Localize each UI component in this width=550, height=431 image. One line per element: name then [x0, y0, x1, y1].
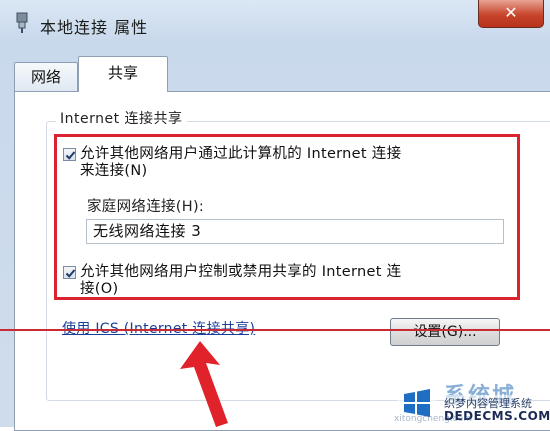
close-icon: ✕ — [504, 3, 518, 22]
watermark: 系统城 织梦内容管理系统 DEDECMS.COM xitongcheng.com — [392, 378, 550, 427]
properties-window: 本地连接 属性 ✕ 网络 共享 Internet 连接共享 允许其他网络用户通过… — [0, 0, 550, 431]
check-icon — [65, 151, 76, 160]
tab-network[interactable]: 网络 — [14, 62, 78, 92]
annotation-arrow-icon — [180, 341, 228, 427]
allow-connect-checkbox[interactable] — [63, 148, 76, 161]
ics-group-label: Internet 连接共享 — [56, 108, 187, 128]
watermark-url: xitongcheng.com — [394, 414, 472, 424]
allow-connect-label-line2: 来连接(N) — [80, 163, 148, 179]
title-bar[interactable]: 本地连接 属性 ✕ — [0, 0, 550, 46]
annotation-line — [0, 329, 550, 331]
allow-control-checkbox[interactable] — [63, 266, 76, 279]
settings-button[interactable]: 设置(G)... — [390, 318, 500, 346]
tab-sharing[interactable]: 共享 — [78, 56, 168, 92]
check-icon — [65, 269, 76, 278]
close-button[interactable]: ✕ — [478, 0, 544, 28]
allow-control-label-line1: 允许其他网络用户控制或禁用共享的 Internet 连 — [80, 264, 402, 280]
allow-control-label-line2: 接(O) — [80, 281, 119, 297]
allow-connect-label-line1: 允许其他网络用户通过此计算机的 Internet 连接 — [80, 146, 402, 162]
window-title: 本地连接 属性 — [40, 18, 149, 37]
network-connection-icon — [14, 12, 30, 34]
home-network-select[interactable]: 无线网络连接 3 — [86, 219, 504, 244]
home-network-label: 家庭网络连接(H): — [87, 199, 205, 215]
